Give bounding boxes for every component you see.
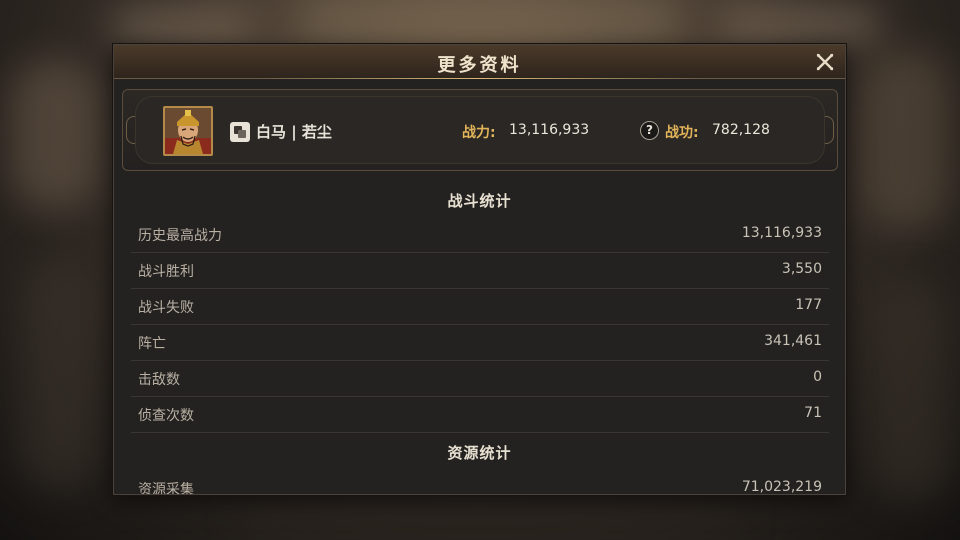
stat-value: 341,461 bbox=[764, 333, 822, 349]
stat-label: 侦查次数 bbox=[138, 408, 194, 424]
background-blur bbox=[860, 50, 950, 230]
close-button[interactable] bbox=[814, 51, 836, 73]
resource-stats-list[interactable]: 资源采集 71,023,219 bbox=[131, 477, 829, 495]
table-row: 资源采集 71,023,219 bbox=[131, 477, 829, 495]
avatar[interactable] bbox=[163, 106, 213, 156]
table-row: 击敌数 0 bbox=[131, 361, 829, 397]
more-info-dialog: 更多资料 白马 | 若尘 战力: 13,116,933 ? 战功: 782,12… bbox=[113, 44, 846, 495]
player-profile-card: 白马 | 若尘 战力: 13,116,933 ? 战功: 782,128 bbox=[122, 89, 838, 171]
stat-value: 3,550 bbox=[781, 261, 822, 277]
table-row: 历史最高战力 13,116,933 bbox=[131, 217, 829, 253]
stat-label: 资源采集 bbox=[138, 482, 194, 495]
stat-label: 历史最高战力 bbox=[138, 228, 222, 244]
battle-stats-header: 战斗统计 bbox=[447, 192, 512, 210]
merit-value: 782,128 bbox=[712, 122, 770, 138]
merit-label: 战功: bbox=[665, 125, 699, 141]
stat-value: 13,116,933 bbox=[741, 225, 822, 241]
table-row: 阵亡 341,461 bbox=[131, 325, 829, 361]
background-blur bbox=[110, 10, 250, 44]
stat-label: 阵亡 bbox=[138, 336, 166, 352]
background-blur bbox=[10, 60, 100, 210]
stat-label: 战斗胜利 bbox=[138, 264, 194, 280]
background-blur bbox=[870, 280, 950, 500]
close-icon bbox=[816, 53, 834, 71]
general-portrait-icon bbox=[165, 108, 211, 154]
table-row: 战斗失败 177 bbox=[131, 289, 829, 325]
background-blur bbox=[20, 260, 100, 490]
player-name: 白马 | 若尘 bbox=[256, 123, 332, 141]
dialog-title-bar: 更多资料 bbox=[114, 45, 845, 79]
stat-value: 177 bbox=[795, 297, 822, 313]
table-row: 战斗胜利 3,550 bbox=[131, 253, 829, 289]
power-label: 战力: bbox=[462, 125, 496, 141]
power-value: 13,116,933 bbox=[509, 122, 590, 138]
server-icon bbox=[230, 122, 250, 142]
background-blur bbox=[720, 8, 880, 42]
background-blur bbox=[240, 500, 740, 540]
help-icon[interactable]: ? bbox=[640, 121, 659, 140]
table-row: 侦查次数 71 bbox=[131, 397, 829, 433]
stat-value: 0 bbox=[813, 369, 822, 385]
stat-value: 71 bbox=[804, 405, 822, 421]
stat-label: 战斗失败 bbox=[138, 300, 194, 316]
stat-value: 71,023,219 bbox=[741, 479, 822, 495]
resource-stats-header: 资源统计 bbox=[447, 444, 512, 462]
dialog-title: 更多资料 bbox=[437, 55, 522, 76]
battle-stats-list: 历史最高战力 13,116,933 战斗胜利 3,550 战斗失败 177 阵亡… bbox=[131, 217, 829, 433]
background-blur bbox=[300, 0, 680, 40]
stat-label: 击敌数 bbox=[138, 372, 180, 388]
